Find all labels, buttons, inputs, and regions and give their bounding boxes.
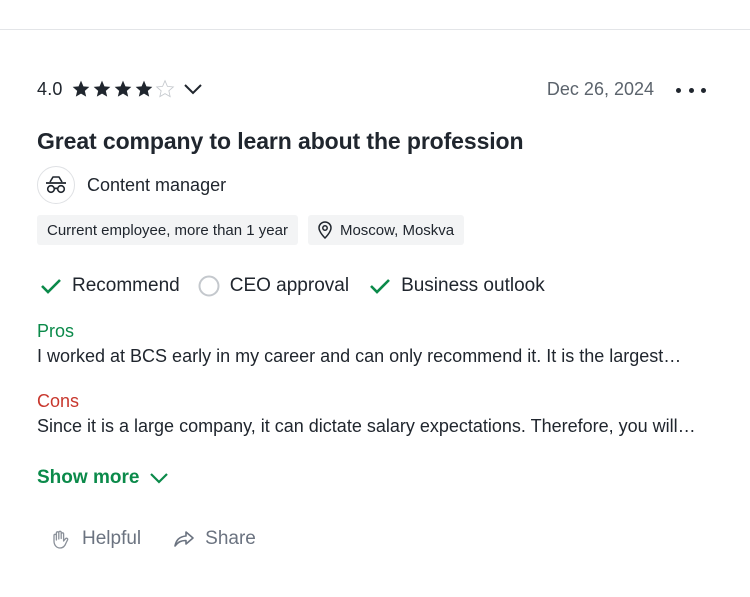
checkmark-icon: [40, 277, 62, 295]
dot: [676, 87, 681, 93]
star-filled-icon: [135, 80, 152, 97]
share-arrow-icon: [173, 529, 195, 549]
sub-ratings: Recommend CEO approval Business outlook: [40, 272, 565, 300]
location-pin-icon: [318, 221, 332, 239]
pros-label: Pros: [37, 321, 75, 341]
job-icon: [46, 176, 66, 194]
job-info: Content manager: [37, 166, 226, 204]
review-actions: Helpful Share: [50, 528, 288, 550]
cons-text: Since it is a large company, it can dict…: [37, 416, 696, 436]
business-outlook-label: Business outlook: [401, 275, 545, 296]
star-rating: [71, 79, 176, 99]
ceo-approval-label: CEO approval: [229, 275, 350, 296]
recommend-label: Recommend: [72, 275, 180, 296]
job-title: Content manager: [87, 174, 227, 195]
location-label: Moscow, Moskva: [339, 221, 455, 239]
share-button[interactable]: Share: [173, 528, 256, 550]
checkmark-icon: [369, 277, 391, 295]
helpful-label: Helpful: [82, 528, 142, 549]
recommend-rating: Recommend: [40, 275, 180, 297]
star-filled-icon: [114, 80, 131, 97]
chevron-down-icon: [183, 84, 202, 95]
star-filled-icon: [72, 80, 89, 97]
neutral-circle-icon: [198, 275, 220, 297]
pros-text: I worked at BCS early in my career and c…: [37, 346, 682, 366]
employment-label: Current employee, more than 1 year: [47, 221, 288, 239]
star-empty-icon: [155, 79, 174, 98]
job-icon-container: [37, 166, 75, 204]
cons-label: Cons: [37, 391, 80, 411]
helpful-button[interactable]: Helpful: [50, 528, 141, 550]
tags: Current employee, more than 1 year Mosco…: [37, 215, 465, 245]
dot: [701, 87, 706, 93]
star-filled-icon: [93, 80, 110, 97]
location-tag: Moscow, Moskva: [307, 215, 465, 245]
rating-details-toggle[interactable]: [182, 78, 204, 100]
chevron-down-icon: [149, 472, 169, 484]
employment-tag: Current employee, more than 1 year: [37, 215, 298, 245]
show-more-label: Show more: [37, 467, 140, 488]
ceo-approval-rating: CEO approval: [198, 275, 349, 297]
dot: [688, 87, 694, 93]
rating-value: 4.0: [37, 78, 63, 99]
share-label: Share: [205, 528, 256, 549]
show-more-button[interactable]: Show more: [37, 467, 169, 489]
more-options-icon[interactable]: [676, 86, 706, 94]
top-divider: [0, 29, 750, 30]
review-title: Great company to learn about the profess…: [37, 128, 524, 154]
helpful-hands-icon: [50, 528, 72, 550]
business-outlook-rating: Business outlook: [369, 275, 545, 297]
rating-row: 4.0: [37, 74, 204, 104]
review-date: Dec 26, 2024: [546, 79, 654, 99]
